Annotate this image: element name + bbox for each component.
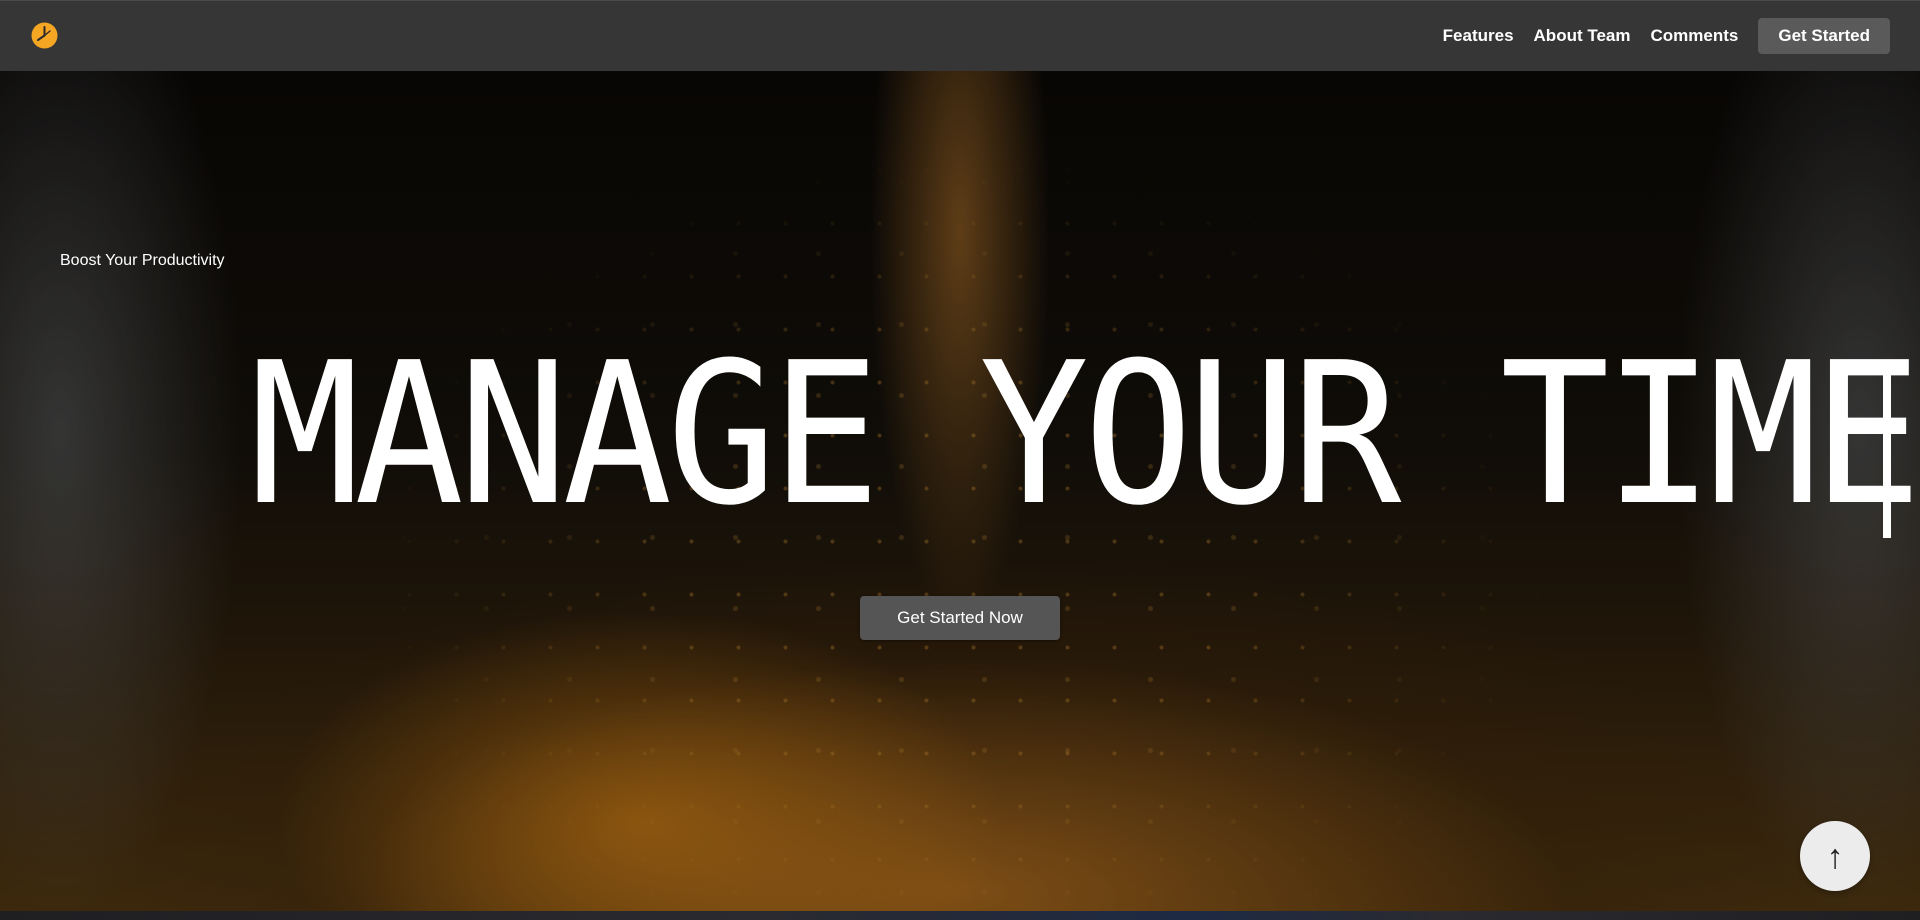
get-started-now-button[interactable]: Get Started Now xyxy=(860,596,1060,640)
back-to-top-button[interactable]: ↑ xyxy=(1800,821,1870,891)
nav-link-features[interactable]: Features xyxy=(1443,18,1514,54)
hero-headline: MANAGE YOUR TIME xyxy=(250,321,1920,549)
clock-icon[interactable] xyxy=(31,22,58,49)
bottom-edge-strip xyxy=(0,911,1920,920)
nav-link-comments[interactable]: Comments xyxy=(1651,18,1739,54)
top-navbar: Features About Team Comments Get Started xyxy=(0,0,1920,71)
hero-eyebrow: Boost Your Productivity xyxy=(60,252,225,269)
get-started-button[interactable]: Get Started xyxy=(1758,18,1890,54)
typing-cursor xyxy=(1883,362,1891,538)
landing-page: Features About Team Comments Get Started… xyxy=(0,0,1920,920)
main-nav: Features About Team Comments Get Started xyxy=(1443,18,1890,54)
nav-link-about-team[interactable]: About Team xyxy=(1534,18,1631,54)
arrow-up-icon: ↑ xyxy=(1826,838,1844,876)
